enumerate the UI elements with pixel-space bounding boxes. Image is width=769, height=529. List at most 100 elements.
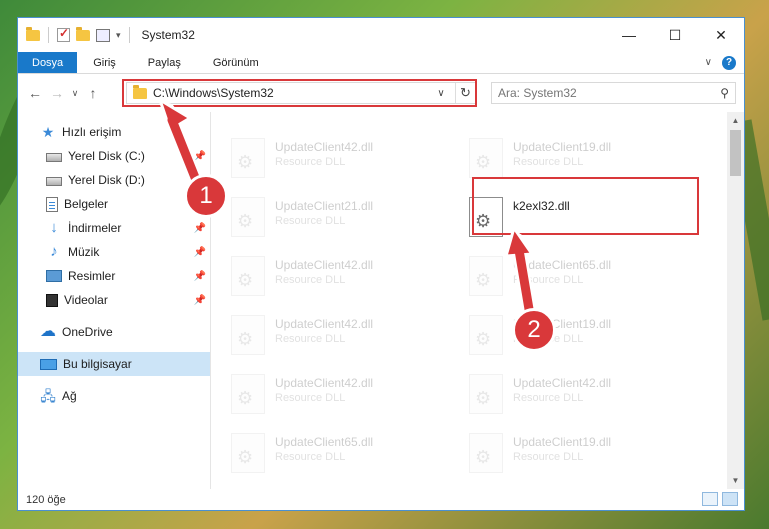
pin-icon: 📌	[193, 294, 206, 306]
ribbon-expand: ∨ ?	[705, 52, 744, 73]
close-button[interactable]: ✕	[698, 18, 744, 52]
nav-network[interactable]: 🖧 Ağ	[18, 384, 210, 408]
file-type: Resource DLL	[275, 274, 346, 286]
file-type: Resource DLL	[275, 333, 346, 345]
gear-icon: ⚙	[237, 270, 254, 290]
tab-share[interactable]: Paylaş	[132, 52, 197, 73]
window-controls: — ☐ ✕	[606, 18, 744, 52]
file-text: UpdateClient19.dll Resource DLL	[513, 136, 611, 168]
tab-file[interactable]: Dosya	[18, 52, 78, 73]
drive-icon	[46, 177, 62, 186]
scroll-thumb[interactable]	[730, 130, 741, 176]
nav-item-documents[interactable]: Belgeler 📌	[18, 192, 210, 216]
address-highlight-box	[122, 79, 477, 107]
customize-icon[interactable]	[96, 28, 110, 42]
search-input[interactable]	[498, 86, 721, 100]
dll-file-icon: ⚙	[231, 256, 265, 296]
downloads-icon: ↓	[50, 219, 58, 236]
divider	[128, 27, 130, 43]
nav-label: Resimler	[68, 269, 116, 283]
file-name: UpdateClient42.dll	[513, 376, 612, 390]
details-view-icon[interactable]	[702, 492, 718, 506]
file-type: Resource DLL	[275, 392, 346, 404]
dll-file-icon: ⚙	[231, 138, 265, 178]
gear-icon: ⚙	[475, 270, 492, 290]
file-item[interactable]: ⚙ UpdateClient21.dll Resource DLL	[231, 195, 451, 245]
new-folder-icon[interactable]	[76, 26, 90, 41]
main-panes: ★ Hızlı erişim Yerel Disk (C:) 📌 Yerel D…	[18, 112, 744, 489]
nav-onedrive[interactable]: ☁ OneDrive	[18, 320, 210, 344]
dll-file-icon: ⚙	[469, 256, 503, 296]
file-item[interactable]: ⚙ UpdateClient42.dll Resource DLL	[231, 254, 451, 304]
nav-label: Belgeler	[64, 197, 109, 211]
nav-this-pc[interactable]: Bu bilgisayar	[18, 352, 210, 376]
title-bar: ▾ System32 — ☐ ✕	[18, 18, 744, 52]
gear-icon: ⚙	[237, 211, 254, 231]
vertical-scrollbar[interactable]: ▲ ▼	[727, 112, 744, 489]
help-icon[interactable]: ?	[722, 55, 736, 70]
status-bar: 120 öğe	[18, 489, 744, 510]
gear-icon: ⚙	[475, 388, 492, 408]
search-box[interactable]: ⚲	[491, 82, 736, 104]
gear-icon: ⚙	[475, 329, 492, 349]
file-type: Resource DLL	[513, 451, 584, 463]
search-icon[interactable]: ⚲	[720, 86, 729, 100]
divider	[48, 27, 49, 43]
file-name: UpdateClient42.dll	[275, 140, 374, 154]
large-icons-view-icon[interactable]	[722, 492, 738, 506]
file-type: Resource DLL	[513, 156, 584, 168]
nav-item-local-disk-c[interactable]: Yerel Disk (C:) 📌	[18, 144, 210, 168]
pin-icon: 📌	[193, 222, 206, 234]
nav-item-music[interactable]: ♪ Müzik 📌	[18, 240, 210, 264]
file-item[interactable]: ⚙UpdateClient19.dllResource DLL	[469, 431, 689, 481]
pin-icon: 📌	[193, 246, 206, 258]
nav-item-downloads[interactable]: ↓ İndirmeler 📌	[18, 216, 210, 240]
minimize-button[interactable]: —	[606, 18, 652, 52]
chevron-down-icon[interactable]: ∨	[705, 57, 712, 68]
videos-icon	[46, 293, 58, 307]
tab-view[interactable]: Görünüm	[197, 52, 275, 73]
nav-label: Bu bilgisayar	[63, 357, 132, 371]
quick-access-toolbar: ▾ System32	[18, 26, 195, 43]
recent-locations-chevron-icon[interactable]: ∨	[68, 88, 82, 99]
file-item[interactable]: ⚙UpdateClient19.dllResource DLL	[469, 313, 689, 363]
nav-label: OneDrive	[62, 325, 113, 339]
file-name: UpdateClient65.dll	[275, 435, 374, 449]
file-item[interactable]: ⚙ UpdateClient65.dll Resource DLL	[231, 431, 451, 481]
nav-item-pictures[interactable]: Resimler 📌	[18, 264, 210, 288]
view-toggle	[702, 492, 738, 506]
file-item[interactable]: ⚙ UpdateClient65.dll Resource DLL	[469, 254, 689, 304]
dll-file-icon: ⚙	[469, 315, 503, 355]
file-name: UpdateClient42.dll	[275, 258, 374, 272]
network-icon: 🖧	[40, 388, 56, 404]
file-item[interactable]: ⚙ UpdateClient42.dll Resource DLL	[469, 372, 689, 422]
properties-check-icon[interactable]	[57, 26, 70, 42]
nav-quick-access[interactable]: ★ Hızlı erişim	[18, 120, 210, 144]
step-badge-2: 2	[512, 308, 556, 352]
gear-icon: ⚙	[237, 152, 254, 172]
file-text: UpdateClient65.dll Resource DLL	[275, 431, 373, 463]
dll-file-icon: ⚙	[469, 138, 503, 178]
back-arrow-icon[interactable]: ←	[24, 85, 46, 101]
file-name: UpdateClient65.dll	[513, 258, 612, 272]
up-arrow-icon[interactable]: ↑	[82, 85, 104, 101]
maximize-button[interactable]: ☐	[652, 18, 698, 52]
file-list: ⚙ UpdateClient42.dll Resource DLL ⚙ UpdateCl…	[211, 112, 744, 489]
chevron-down-icon[interactable]: ▾	[116, 30, 121, 41]
navigation-pane: ★ Hızlı erişim Yerel Disk (C:) 📌 Yerel D…	[18, 112, 210, 489]
file-item[interactable]: ⚙ UpdateClient42.dll Resource DLL	[231, 136, 451, 186]
pictures-icon	[46, 270, 62, 282]
nav-item-local-disk-d[interactable]: Yerel Disk (D:)	[18, 168, 210, 192]
forward-arrow-icon[interactable]: →	[46, 85, 68, 101]
file-item[interactable]: ⚙ UpdateClient42.dll Resource DLL	[231, 372, 451, 422]
drive-icon	[46, 153, 62, 162]
dll-file-icon: ⚙	[469, 374, 503, 414]
scroll-up-arrow-icon[interactable]: ▲	[727, 112, 744, 129]
file-text: UpdateClient42.dll Resource DLL	[275, 136, 373, 168]
scroll-down-arrow-icon[interactable]: ▼	[727, 472, 744, 489]
nav-item-videos[interactable]: Videolar 📌	[18, 288, 210, 312]
tab-home[interactable]: Giriş	[77, 52, 132, 73]
file-item[interactable]: ⚙ UpdateClient42.dll Resource DLL	[231, 313, 451, 363]
file-type: Resource DLL	[513, 392, 584, 404]
dll-file-icon: ⚙	[469, 433, 503, 473]
